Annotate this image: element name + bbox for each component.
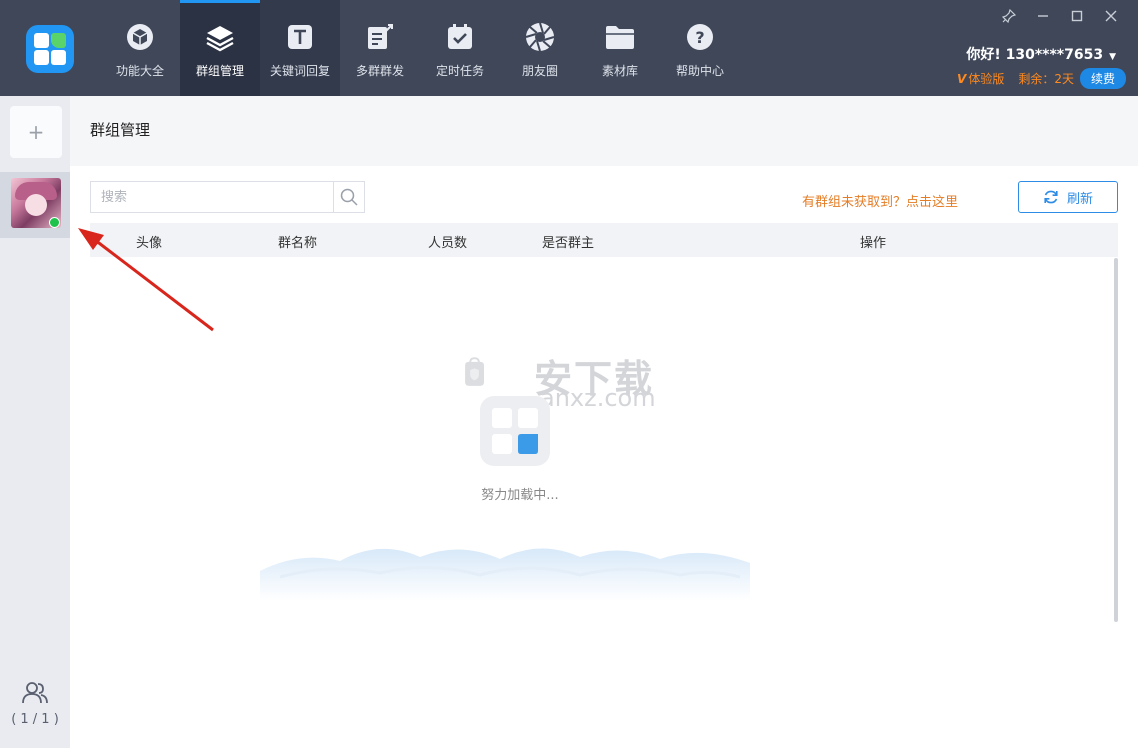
- table-header: 头像 群名称 人员数 是否群主 操作: [90, 223, 1118, 257]
- nav-material-library[interactable]: 素材库: [580, 0, 660, 96]
- nav-help-center[interactable]: ? 帮助中心: [660, 0, 740, 96]
- account-sidebar: + ( 1 / 1 ): [0, 96, 70, 748]
- column-is-owner: 是否群主: [542, 236, 595, 251]
- refresh-button[interactable]: 刷新: [1018, 181, 1118, 213]
- nav-label: 多群群发: [355, 64, 404, 78]
- maximize-icon[interactable]: [1060, 6, 1094, 26]
- search-input[interactable]: [91, 182, 334, 212]
- loading-logo-icon: [480, 396, 550, 466]
- missing-groups-link[interactable]: 有群组未获取到？点击这里: [802, 191, 958, 210]
- account-item[interactable]: [0, 172, 70, 238]
- trial-status: V 体验版 剩余：2天 续费: [957, 68, 1126, 89]
- folder-icon: [605, 22, 635, 52]
- chevron-down-icon: ▼: [1109, 52, 1116, 62]
- main-panel: 群组管理 有群组未获取到？点击这里 刷新 头像 群名称 人员数 是否群主 操作 …: [70, 96, 1138, 748]
- user-menu[interactable]: 你好! 130****7653 ▼: [966, 44, 1116, 64]
- account-count-label: ( 1 / 1 ): [11, 712, 59, 727]
- close-icon[interactable]: [1094, 6, 1128, 26]
- nav-label: 关键词回复: [269, 64, 330, 78]
- panel-header: 群组管理: [70, 96, 1138, 166]
- remaining-days: 剩余：2天: [1018, 72, 1074, 86]
- pin-icon[interactable]: [992, 6, 1026, 26]
- nav-label: 功能大全: [115, 64, 164, 78]
- nav-label: 群组管理: [195, 64, 244, 78]
- broadcast-icon: [365, 22, 395, 52]
- nav-label: 帮助中心: [675, 64, 724, 78]
- nav-moments[interactable]: 朋友圈: [500, 0, 580, 96]
- account-count[interactable]: ( 1 / 1 ): [0, 680, 70, 727]
- top-bar: 功能大全 群组管理 关键词回复 多群群发 定时任务 朋友圈 素材库 ? 帮助中心…: [0, 0, 1138, 96]
- column-group-name: 群名称: [278, 236, 318, 251]
- main-nav: 功能大全 群组管理 关键词回复 多群群发 定时任务 朋友圈 素材库 ? 帮助中心: [100, 0, 740, 96]
- layers-icon: [205, 22, 235, 52]
- column-avatar: 头像: [136, 236, 163, 251]
- minimize-icon[interactable]: [1026, 6, 1060, 26]
- cube-icon: [125, 22, 155, 52]
- renew-button[interactable]: 续费: [1079, 68, 1126, 89]
- text-t-icon: [285, 22, 315, 52]
- page-title: 群组管理: [90, 121, 151, 139]
- app-logo: [26, 25, 74, 73]
- nav-scheduled-tasks[interactable]: 定时任务: [420, 0, 500, 96]
- loading-text: 努力加载中...: [481, 488, 559, 503]
- refresh-icon: [1044, 190, 1058, 204]
- users-icon: [22, 682, 48, 704]
- help-icon: ?: [685, 22, 715, 52]
- aperture-icon: [525, 22, 555, 52]
- nav-label: 素材库: [601, 64, 638, 78]
- add-account-button[interactable]: +: [10, 106, 62, 158]
- nav-feature-list[interactable]: 功能大全: [100, 0, 180, 96]
- column-member-count: 人员数: [428, 236, 468, 251]
- search-icon: [340, 188, 358, 206]
- nav-label: 朋友圈: [521, 64, 558, 78]
- column-actions: 操作: [860, 236, 887, 251]
- scrollbar[interactable]: [1114, 258, 1118, 622]
- svg-text:?: ?: [695, 28, 704, 47]
- v-badge-icon: V: [957, 71, 967, 86]
- window-controls: [992, 6, 1128, 26]
- calendar-check-icon: [445, 22, 475, 52]
- online-status-dot: [49, 217, 60, 228]
- nav-keyword-reply[interactable]: 关键词回复: [260, 0, 340, 96]
- wave-decoration: [260, 548, 750, 601]
- user-greeting: 你好! 130****7653: [966, 47, 1104, 63]
- search-button[interactable]: [333, 182, 364, 212]
- nav-multi-group-send[interactable]: 多群群发: [340, 0, 420, 96]
- nav-group-management[interactable]: 群组管理: [180, 0, 260, 96]
- refresh-label: 刷新: [1066, 191, 1093, 207]
- search-box: [90, 181, 365, 213]
- version-label: 体验版: [968, 72, 1005, 86]
- nav-label: 定时任务: [435, 64, 484, 78]
